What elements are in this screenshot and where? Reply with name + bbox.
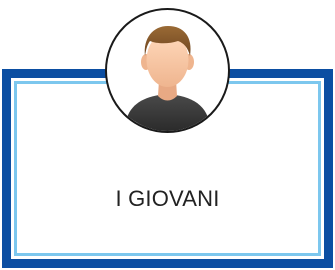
card-title: I GIOVANI	[115, 186, 220, 211]
person-avatar-icon	[125, 26, 210, 131]
avatar	[105, 8, 230, 133]
